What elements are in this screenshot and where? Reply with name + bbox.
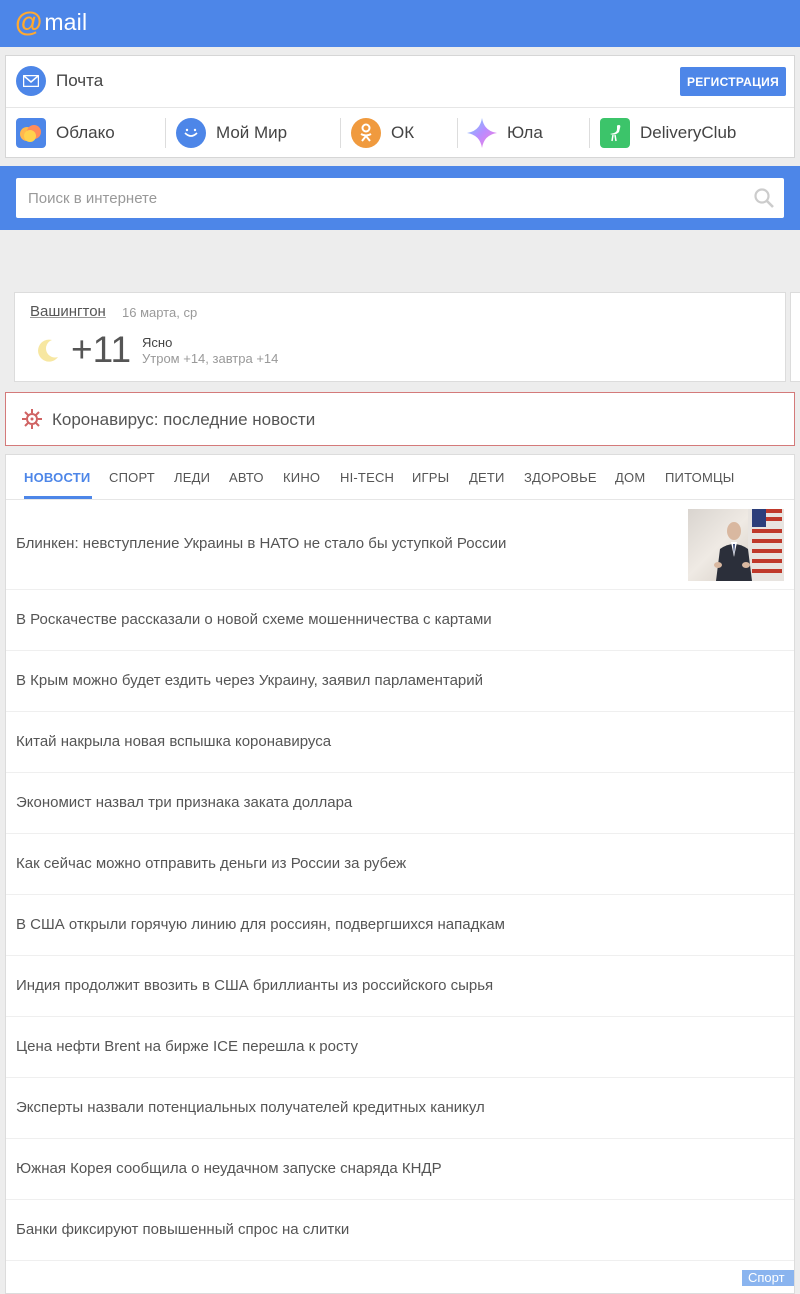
service-ok[interactable]: ОК: [351, 108, 414, 158]
moon-icon: [38, 339, 58, 362]
news-title: Южная Корея сообщила о неудачном запуске…: [16, 1160, 442, 1177]
tab-deti[interactable]: ДЕТИ: [469, 470, 505, 485]
divider: [165, 118, 166, 148]
mail-row[interactable]: Почта РЕГИСТРАЦИЯ: [6, 56, 794, 108]
news-title: В Крым можно будет ездить через Украину,…: [16, 672, 484, 689]
news-item[interactable]: В Роскачестве рассказали о новой схеме м…: [6, 590, 794, 651]
logo-at-sign: @: [15, 6, 43, 37]
service-label: DeliveryClub: [640, 123, 737, 142]
service-yula[interactable]: Юла: [467, 108, 543, 158]
logo-text: mail: [44, 8, 88, 35]
ostrich-icon: [600, 118, 630, 148]
corona-news-banner[interactable]: Коронавирус: последние новости: [5, 392, 795, 446]
weather-temperature: +11: [71, 329, 132, 370]
service-label: Облако: [56, 123, 115, 142]
news-thumbnail: [688, 509, 784, 581]
smile-icon: [176, 118, 206, 148]
service-cloud[interactable]: Облако: [16, 108, 115, 158]
tab-sport[interactable]: СПОРТ: [109, 470, 155, 485]
news-item[interactable]: Банки фиксируют повышенный спрос на слит…: [6, 1200, 794, 1261]
tab-zdorove[interactable]: ЗДОРОВЬЕ: [524, 470, 597, 485]
news-item[interactable]: Блинкен: невступление Украины в НАТО не …: [6, 500, 794, 590]
news-item[interactable]: Южная Корея сообщила о неудачном запуске…: [6, 1139, 794, 1200]
news-item[interactable]: Эксперты назвали потенциальных получател…: [6, 1078, 794, 1139]
search-input[interactable]: [16, 178, 784, 218]
service-deliveryclub[interactable]: DeliveryClub: [600, 108, 736, 158]
news-item[interactable]: Экономист назвал три признака заката дол…: [6, 773, 794, 834]
weather-forecast: Утром +14, завтра +14: [142, 351, 279, 366]
news-title: Индия продолжит ввозить в США бриллианты…: [16, 977, 494, 994]
tab-avto[interactable]: АВТО: [229, 470, 264, 485]
services-panel: Почта РЕГИСТРАЦИЯ Облако Мой Мир ОК Юла …: [5, 55, 795, 158]
news-title: Блинкен: невступление Украины в НАТО не …: [16, 535, 507, 552]
weather-condition: Ясно: [142, 335, 173, 350]
services-row: Облако Мой Мир ОК Юла DeliveryClub: [6, 108, 794, 158]
search-icon[interactable]: [754, 188, 774, 208]
news-tabs: НОВОСТИ СПОРТ ЛЕДИ АВТО КИНО HI-TECH ИГР…: [6, 455, 794, 500]
divider: [340, 118, 341, 148]
tab-kino[interactable]: КИНО: [283, 470, 320, 485]
virus-icon: [22, 409, 42, 429]
news-title: Экономист назвал три признака заката дол…: [16, 794, 353, 811]
next-widget-edge[interactable]: [790, 292, 800, 382]
tab-dom[interactable]: ДОМ: [615, 470, 645, 485]
envelope-icon: [16, 66, 46, 96]
news-item[interactable]: В Крым можно будет ездить через Украину,…: [6, 651, 794, 712]
sport-badge[interactable]: Спорт: [742, 1270, 794, 1286]
news-title: В США открыли горячую линию для россиян,…: [16, 916, 505, 933]
news-item[interactable]: Китай накрыла новая вспышка коронавируса: [6, 712, 794, 773]
top-bar: @ mail: [0, 0, 800, 47]
news-title: Китай накрыла новая вспышка коронавируса: [16, 733, 332, 750]
news-title: Эксперты назвали потенциальных получател…: [16, 1099, 485, 1116]
tab-ledi[interactable]: ЛЕДИ: [174, 470, 210, 485]
tab-pitomcy[interactable]: ПИТОМЦЫ: [665, 470, 735, 485]
weather-city[interactable]: Вашингтон: [30, 303, 106, 320]
tab-igry[interactable]: ИГРЫ: [412, 470, 449, 485]
tab-hi-tech[interactable]: HI-TECH: [340, 470, 394, 485]
service-label: ОК: [391, 123, 415, 142]
service-moy-mir[interactable]: Мой Мир: [176, 108, 287, 158]
active-tab-indicator: [24, 496, 92, 499]
news-title: Цена нефти Brent на бирже ICE перешла к …: [16, 1038, 359, 1055]
mail-logo[interactable]: @ mail: [15, 8, 87, 36]
service-label: Юла: [507, 123, 543, 142]
ok-icon: [351, 118, 381, 148]
news-item[interactable]: Как сейчас можно отправить деньги из Рос…: [6, 834, 794, 895]
divider: [589, 118, 590, 148]
mail-label: Почта: [56, 71, 104, 90]
news-block: НОВОСТИ СПОРТ ЛЕДИ АВТО КИНО HI-TECH ИГР…: [5, 454, 795, 1294]
cloud-icon: [16, 118, 46, 148]
divider: [457, 118, 458, 148]
news-title: Как сейчас можно отправить деньги из Рос…: [16, 855, 407, 872]
register-button[interactable]: РЕГИСТРАЦИЯ: [680, 67, 786, 96]
news-title: В Роскачестве рассказали о новой схеме м…: [16, 611, 492, 628]
service-label: Мой Мир: [216, 123, 288, 142]
weather-widget[interactable]: Вашингтон 16 марта, ср +11 Ясно Утром +1…: [14, 292, 786, 382]
news-item[interactable]: Цена нефти Brent на бирже ICE перешла к …: [6, 1017, 794, 1078]
star-icon: [467, 118, 497, 148]
tab-novosti[interactable]: НОВОСТИ: [24, 470, 90, 485]
corona-news-title: Коронавирус: последние новости: [52, 410, 316, 429]
weather-date: 16 марта, ср: [122, 305, 198, 320]
news-title: Банки фиксируют повышенный спрос на слит…: [16, 1221, 350, 1238]
news-item[interactable]: Индия продолжит ввозить в США бриллианты…: [6, 956, 794, 1017]
news-item[interactable]: В США открыли горячую линию для россиян,…: [6, 895, 794, 956]
search-bar: [0, 166, 800, 230]
